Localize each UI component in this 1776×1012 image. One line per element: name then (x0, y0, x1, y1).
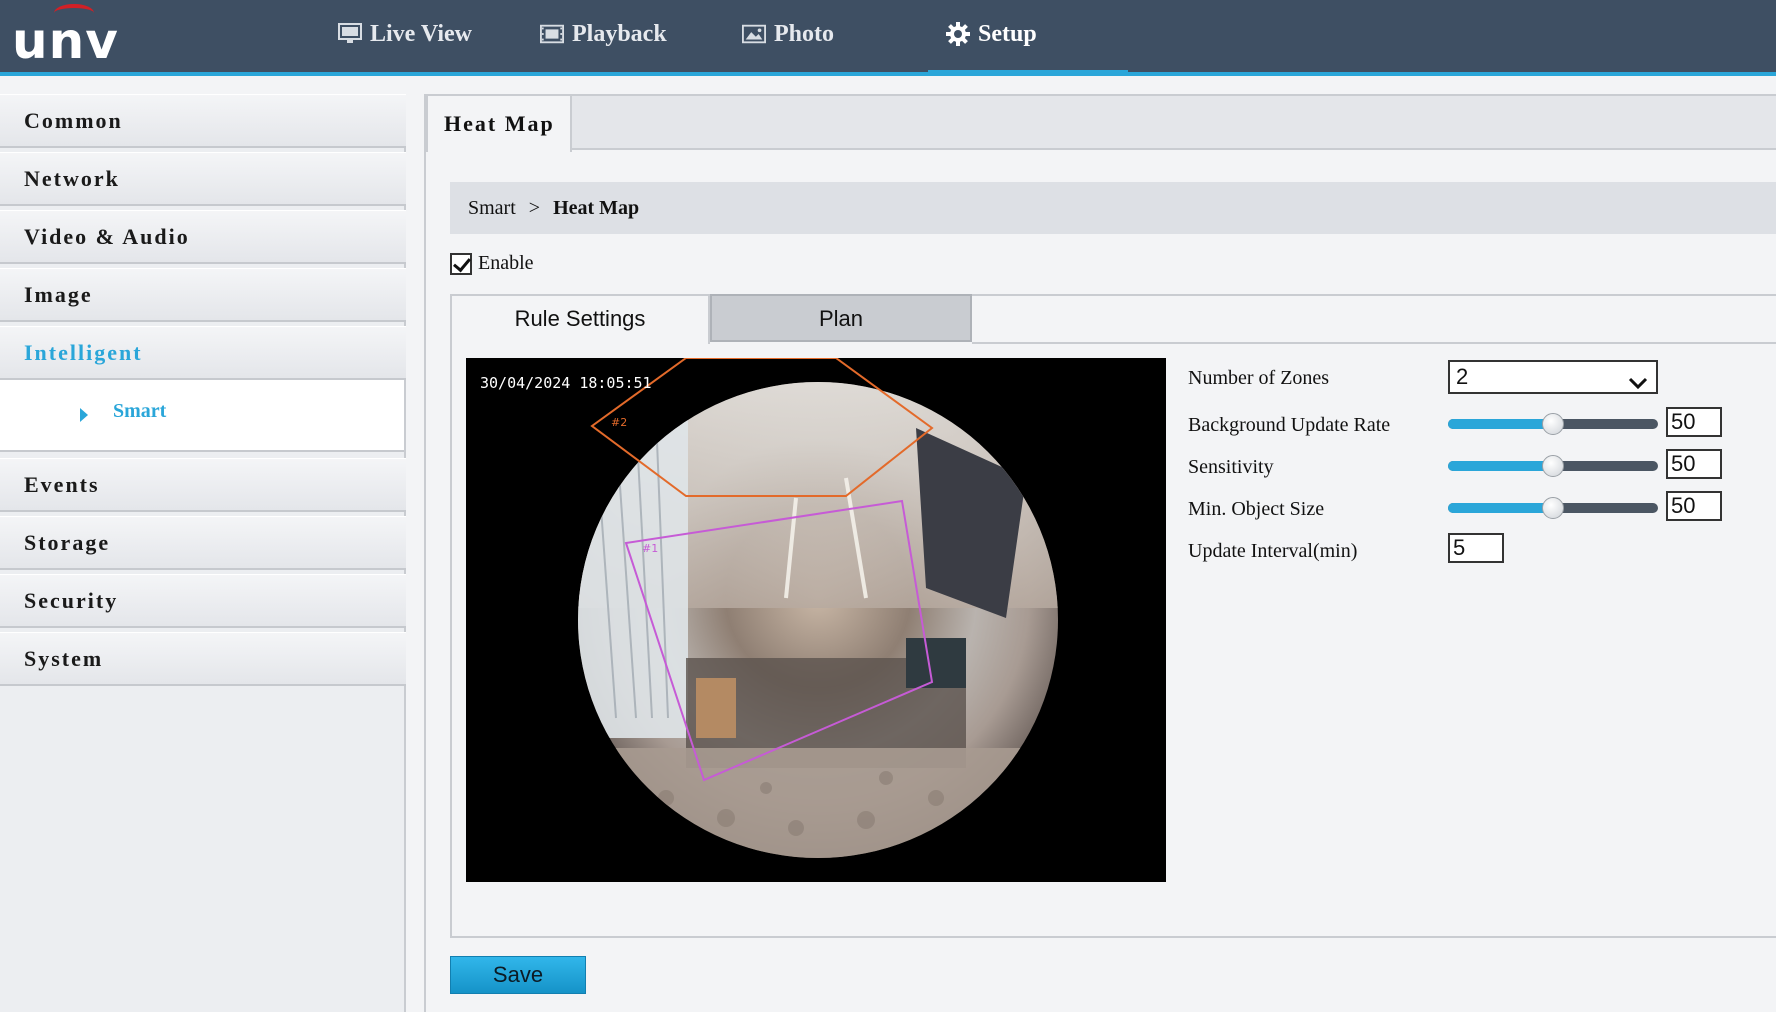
zones-label: Number of Zones (1188, 366, 1330, 389)
top-nav-bar: unv Live View Playback Photo Setup (0, 0, 1776, 76)
film-icon (540, 22, 564, 46)
nav-photo[interactable]: Photo (742, 14, 834, 54)
sidebar-item-events[interactable]: Events (0, 458, 406, 512)
photo-icon (742, 22, 766, 46)
interval-input[interactable]: 5 (1448, 533, 1504, 563)
row-sensitivity: Sensitivity 50 (1188, 447, 1722, 487)
sensitivity-slider-knob[interactable] (1542, 455, 1564, 477)
sensitivity-slider[interactable] (1448, 455, 1658, 477)
nav-playback-label: Playback (572, 20, 667, 47)
row-background-update-rate: Background Update Rate 50 (1188, 405, 1722, 445)
logo-arc (54, 4, 94, 22)
breadcrumb-parent[interactable]: Smart (468, 197, 516, 219)
sidebar-subitem-smart[interactable]: Smart (0, 380, 404, 452)
unv-logo: unv (12, 4, 132, 70)
min-size-slider-fill (1448, 503, 1553, 513)
zone-2-label: #2 (611, 416, 627, 429)
monitor-icon (338, 22, 362, 46)
tab-divider (972, 342, 1776, 344)
row-number-of-zones: Number of Zones 2 (1188, 358, 1658, 398)
nav-playback[interactable]: Playback (540, 14, 667, 54)
enable-row: Enable (450, 252, 534, 275)
video-timestamp: 30/04/2024 18:05:51 (480, 374, 652, 392)
zone-1-label: #1 (642, 542, 658, 555)
bg-rate-slider-fill (1448, 419, 1553, 429)
sidebar-item-video-audio[interactable]: Video & Audio (0, 210, 406, 264)
enable-checkbox[interactable] (450, 252, 472, 275)
save-button[interactable]: Save (450, 956, 586, 994)
breadcrumb-current: Heat Map (553, 197, 640, 219)
nav-setup[interactable]: Setup (946, 14, 1037, 54)
gear-icon (946, 22, 970, 46)
enable-label[interactable]: Enable (478, 252, 534, 275)
tab-rule-settings[interactable]: Rule Settings (450, 294, 710, 344)
fisheye-image: #2 #1 (578, 358, 1058, 858)
row-update-interval: Update Interval(min) 5 (1188, 531, 1504, 571)
expand-arrow-icon (80, 408, 88, 422)
sidebar-item-security[interactable]: Security (0, 574, 406, 628)
bg-rate-slider-knob[interactable] (1542, 413, 1564, 435)
sidebar-item-system[interactable]: System (0, 632, 406, 686)
sidebar-item-network[interactable]: Network (0, 152, 406, 206)
min-size-label: Min. Object Size (1188, 497, 1325, 520)
rule-tabs-container: Rule Settings Plan #2 #1 30/04/2024 18:0… (450, 294, 1776, 938)
interval-label: Update Interval(min) (1188, 539, 1358, 562)
sidebar-item-image[interactable]: Image (0, 268, 406, 322)
nav-setup-label: Setup (978, 20, 1037, 47)
min-size-input[interactable]: 50 (1666, 491, 1722, 521)
main-panel: Heat Map Smart > Heat Map Enable Rule Se… (424, 94, 1776, 1012)
bg-rate-input[interactable]: 50 (1666, 407, 1722, 437)
zones-select-value: 2 (1456, 364, 1469, 389)
sensitivity-input[interactable]: 50 (1666, 449, 1722, 479)
breadcrumb: Smart > Heat Map (450, 182, 1776, 234)
sensitivity-label: Sensitivity (1188, 455, 1274, 478)
min-size-slider-knob[interactable] (1542, 497, 1564, 519)
sensitivity-slider-fill (1448, 461, 1553, 471)
sidebar-item-storage[interactable]: Storage (0, 516, 406, 570)
bg-rate-slider[interactable] (1448, 413, 1658, 435)
sidebar-item-common[interactable]: Common (0, 94, 406, 148)
sidebar-item-intelligent[interactable]: Intelligent (0, 326, 406, 380)
bg-rate-label: Background Update Rate (1188, 413, 1391, 436)
tab-plan[interactable]: Plan (710, 294, 972, 342)
camera-preview[interactable]: #2 #1 30/04/2024 18:05:51 (466, 358, 1166, 882)
nav-live-view[interactable]: Live View (338, 14, 472, 54)
breadcrumb-separator: > (528, 197, 541, 219)
nav-live-view-label: Live View (370, 20, 472, 47)
main-tab-bar: Heat Map (426, 94, 1776, 152)
sidebar-subitem-smart-label[interactable]: Smart (113, 400, 166, 423)
row-min-object-size: Min. Object Size 50 (1188, 489, 1722, 529)
min-size-slider[interactable] (1448, 497, 1658, 519)
zones-select[interactable]: 2 (1448, 360, 1658, 394)
tab-heat-map[interactable]: Heat Map (426, 94, 572, 152)
chevron-down-icon (1628, 368, 1648, 398)
sidebar: Common Network Video & Audio Image Intel… (0, 94, 406, 1012)
topbar-accent-line (0, 72, 1776, 76)
nav-photo-label: Photo (774, 20, 834, 47)
